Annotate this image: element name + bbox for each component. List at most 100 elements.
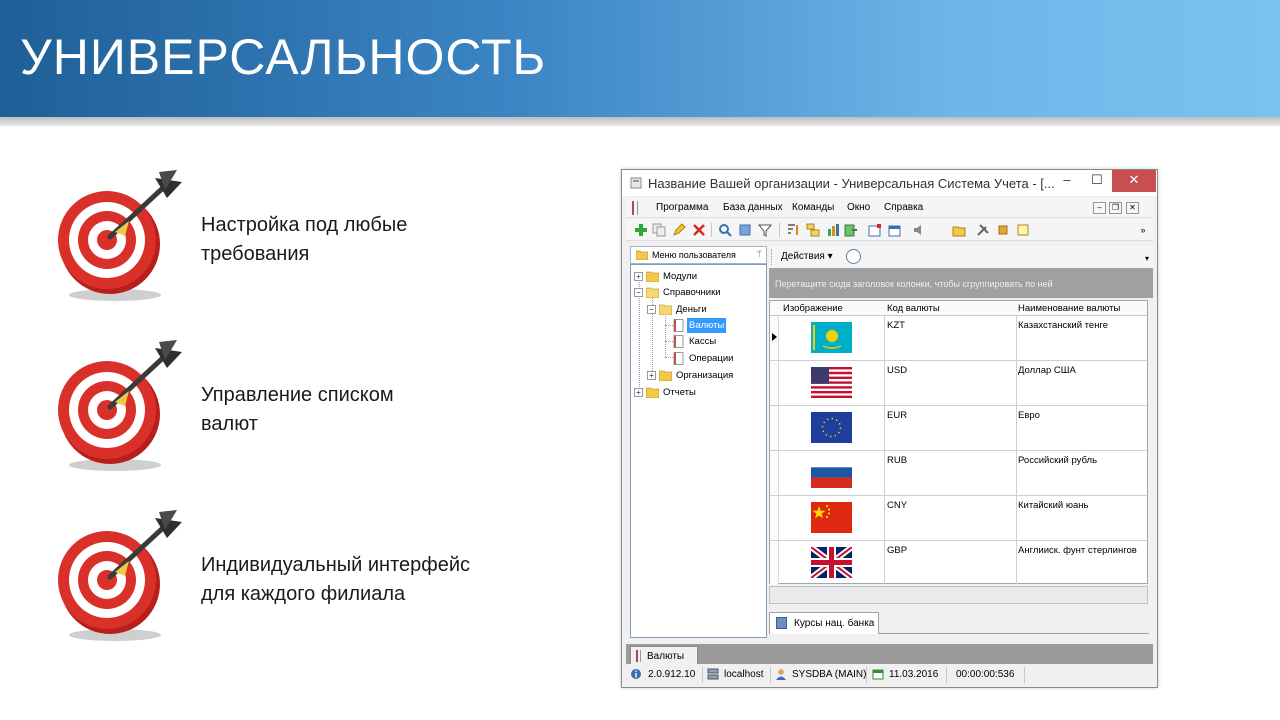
group-icon[interactable] [806,223,820,237]
cn-flag-icon [811,502,852,533]
table-row[interactable]: EUR Евро [770,406,1147,451]
column-header-name[interactable]: Наименование валюты [1018,303,1120,314]
menu-program[interactable]: Программа [656,202,708,213]
target-icon [58,510,182,641]
table-row[interactable]: GBP Англииск. фунт стерлингов [770,541,1147,586]
window-icon[interactable] [888,223,902,237]
ru-flag-icon [811,457,852,488]
table-row[interactable]: RUB Российский рубль [770,451,1147,496]
column-header-image[interactable]: Изображение [783,303,843,314]
column-header-code[interactable]: Код валюты [887,303,940,314]
plugin-icon[interactable] [996,223,1010,237]
chart-icon[interactable] [826,223,840,237]
maximize-button[interactable]: ☐ [1083,170,1111,192]
status-separator [702,667,703,683]
status-separator [1024,667,1025,683]
edit-icon[interactable] [672,223,686,237]
chevron-more-icon[interactable]: » [1136,223,1150,237]
row-indicator [770,406,779,450]
target-icon [58,170,182,301]
tree-item-label: Кассы [689,336,717,347]
banner-divider [0,117,1280,126]
tab-nat-bank-rates[interactable]: Курсы нац. банка [769,612,879,634]
refresh-icon[interactable] [738,223,752,237]
grid-footer [769,586,1148,604]
mdi-tab-label: Валюты [647,651,685,662]
tree-item-currencies[interactable]: Валюты [661,318,765,333]
bullet-line: Управление списком [201,384,394,406]
tree-item-organization[interactable]: + Организация [647,368,765,383]
menu-database[interactable]: База данных [723,202,783,213]
currency-code: KZT [887,320,905,331]
chevron-down-icon[interactable]: ▾ [1145,254,1149,263]
app-window: Название Вашей организации - Универсальн… [621,169,1158,688]
actions-dropdown[interactable]: Действия ▾ [781,251,833,262]
close-button[interactable]: ✕ [1112,170,1156,192]
table-icon [776,617,787,629]
folder-icon [646,271,659,282]
search-icon[interactable] [718,223,732,237]
menu-bar: Программа База данных Команды Окно Справ… [626,198,1153,218]
add-icon[interactable] [634,223,648,237]
info-icon [631,669,641,679]
folder-icon[interactable] [952,223,966,237]
expand-icon[interactable]: + [634,272,643,281]
sort-icon[interactable] [786,223,800,237]
grip-handle[interactable] [632,201,638,215]
copy-icon[interactable] [652,223,666,237]
status-separator [866,667,867,683]
folder-open-icon [646,287,659,298]
clock-icon[interactable] [846,249,861,264]
status-bar: 2.0.912.10 localhost SYSDBA (MAIN) 11.03… [626,665,1153,685]
table-row[interactable]: CNY Китайский юань [770,496,1147,541]
tree-item-references[interactable]: − Справочники [634,285,764,300]
currency-name: Англииск. фунт стерлингов [1018,545,1137,556]
user-menu-header[interactable]: Меню пользователя ᛘ [630,246,767,264]
tree-item-label: Деньги [676,304,707,315]
window-titlebar[interactable]: Название Вашей организации - Универсальн… [622,170,1157,196]
currency-code: RUB [887,455,908,466]
tree-item-cash[interactable]: Кассы [661,334,765,349]
table-row[interactable]: USD Доллар США [770,361,1147,406]
bullet-1: Настройка под любые требования [55,168,515,308]
new-window-icon[interactable] [868,223,882,237]
tree-item-operations[interactable]: Операции [661,351,765,366]
expand-icon[interactable]: + [647,371,656,380]
tree-item-money[interactable]: − Деньги [647,302,765,317]
tree-item-label: Отчеты [663,387,696,398]
menu-commands[interactable]: Команды [792,202,834,213]
tools-icon[interactable] [976,223,990,237]
tree-item-reports[interactable]: + Отчеты [634,385,764,400]
collapse-icon[interactable]: − [647,305,656,314]
delete-icon[interactable] [692,223,706,237]
table-row[interactable]: KZT Казахстанский тенге [770,316,1147,361]
bullet-2: Управление списком валют [55,338,515,478]
kz-flag-icon [811,322,852,353]
tree-item-modules[interactable]: + Модули [634,269,764,284]
status-separator [770,667,771,683]
expand-icon[interactable]: + [634,388,643,397]
mdi-restore-button[interactable]: ❐ [1109,202,1122,214]
mdi-tab-currencies[interactable]: Валюты [630,646,698,664]
menu-window[interactable]: Окно [847,202,870,213]
filter-icon[interactable] [758,223,772,237]
bullet-line: Индивидуальный интерфейс [201,554,471,576]
row-indicator [770,361,779,405]
eu-flag-icon [811,412,852,443]
row-indicator [770,316,779,360]
note-icon[interactable] [1016,223,1030,237]
sound-icon[interactable] [912,223,926,237]
grip-handle[interactable] [771,249,772,265]
menu-help[interactable]: Справка [884,202,923,213]
mdi-close-button[interactable]: ✕ [1126,202,1139,214]
pin-icon[interactable]: ᛘ [757,249,762,259]
minimize-button[interactable]: – [1053,170,1081,192]
folder-icon [659,370,672,381]
tab-baseline [879,633,1149,634]
group-by-panel[interactable]: Перетащите сюда заголовок колонки, чтобы… [769,268,1153,298]
document-icon [673,352,684,365]
bullet-text: Настройка под любые требования [201,211,407,269]
export-icon[interactable] [844,223,858,237]
mdi-minimize-button[interactable]: – [1093,202,1106,214]
collapse-icon[interactable]: − [634,288,643,297]
